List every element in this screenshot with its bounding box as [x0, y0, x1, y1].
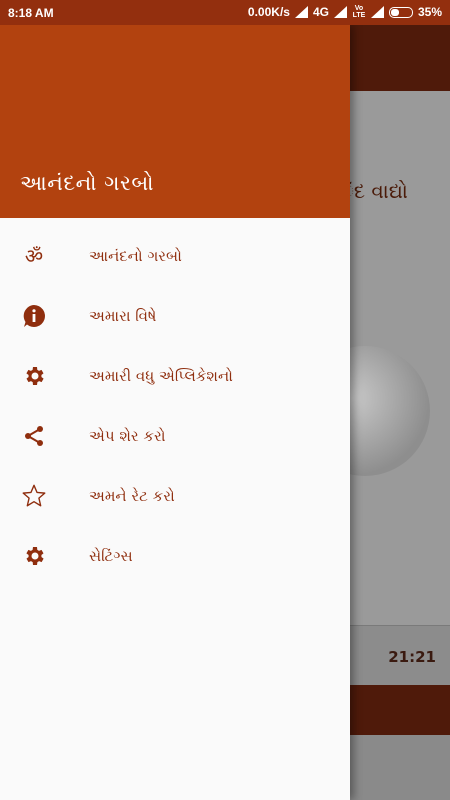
drawer-header: આનંદનો ગરબો — [0, 25, 350, 218]
drawer-menu: ॐ આનંદનો ગરબો અમારા વિષે અમારી વધુ એપ્લિ… — [0, 218, 350, 586]
menu-item-settings[interactable]: સેટિંગ્સ — [0, 526, 350, 586]
gear-icon — [21, 543, 47, 569]
network-speed: 0.00K/s — [247, 5, 290, 19]
menu-item-anandno-garbo[interactable]: ॐ આનંદનો ગરબો — [0, 226, 350, 286]
menu-item-share-app[interactable]: એપ શેર કરો — [0, 406, 350, 466]
share-icon — [21, 423, 47, 449]
status-indicators: 0.00K/s 4G Vo LTE 35% — [248, 5, 442, 19]
signal-icon — [294, 6, 308, 18]
svg-text:ॐ: ॐ — [25, 244, 43, 268]
star-icon — [21, 483, 47, 509]
menu-item-label: આનંદનો ગરબો — [89, 247, 182, 265]
gear-icon — [21, 363, 47, 389]
menu-item-about-us[interactable]: અમારા વિષે — [0, 286, 350, 346]
navigation-drawer: આનંદનો ગરબો ॐ આનંદનો ગરબો અમારા વિષે અમા… — [0, 25, 350, 800]
menu-item-label: એપ શેર કરો — [89, 427, 166, 445]
status-time: 8:18 AM — [8, 6, 54, 20]
menu-item-label: અમને રેટ કરો — [89, 487, 175, 505]
menu-item-rate-us[interactable]: અમને રેટ કરો — [0, 466, 350, 526]
status-bar: 8:18 AM 0.00K/s 4G Vo LTE 35% — [0, 0, 450, 25]
battery-percent: 35% — [417, 5, 442, 19]
menu-item-more-apps[interactable]: અમારી વધુ એપ્લિકેશનો — [0, 346, 350, 406]
menu-item-label: અમારી વધુ એપ્લિકેશનો — [89, 367, 233, 385]
signal-icon-3 — [370, 6, 384, 18]
om-icon: ॐ — [21, 243, 47, 269]
volte-badge: Vo LTE — [352, 5, 366, 19]
signal-icon-2 — [333, 6, 347, 18]
menu-item-label: અમારા વિષે — [89, 307, 157, 325]
network-type: 4G — [312, 5, 329, 19]
battery-icon — [388, 6, 413, 18]
player-time: 21:21 — [388, 648, 436, 666]
menu-item-label: સેટિંગ્સ — [89, 547, 133, 565]
drawer-title: આનંદનો ગરબો — [20, 171, 154, 195]
info-icon — [21, 303, 47, 329]
